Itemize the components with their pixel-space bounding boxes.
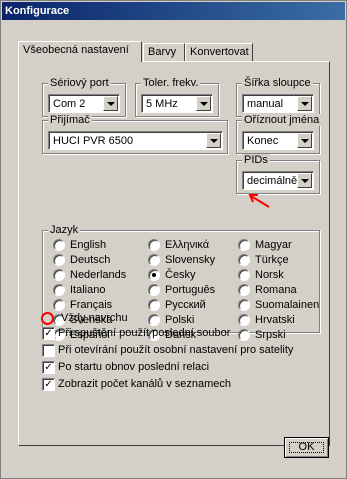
radio-button[interactable]	[238, 299, 250, 311]
language-option-label: Русский	[165, 299, 206, 311]
annotation-arrow-icon	[248, 194, 270, 208]
language-label: Jazyk	[48, 224, 81, 236]
radio-button[interactable]	[148, 299, 160, 311]
tab-convert[interactable]: Konvertovat	[185, 43, 253, 61]
radio-button[interactable]	[148, 314, 160, 326]
language-option-label: Magyar	[255, 239, 292, 251]
chevron-down-icon[interactable]	[297, 96, 312, 111]
radio-button[interactable]	[148, 269, 160, 281]
checkbox[interactable]: ✓	[42, 361, 55, 374]
receiver-value: HUCI PVR 6500	[53, 135, 134, 147]
language-option-label: Srpski	[255, 329, 286, 341]
radio-button[interactable]	[148, 254, 160, 266]
pids-value: decimálně	[247, 175, 298, 187]
radio-button[interactable]	[53, 239, 65, 251]
radio-button[interactable]	[238, 314, 250, 326]
general-settings-panel: Sériový port Com 2 Toler. frekv. 5 MHz Š…	[18, 61, 330, 446]
serial-port-select[interactable]: Com 2	[48, 94, 120, 113]
pids-select[interactable]: decimálně	[242, 171, 314, 190]
serial-port-value: Com 2	[53, 98, 86, 110]
freq-tolerance-select[interactable]: 5 MHz	[141, 94, 213, 113]
serial-port-group: Sériový port Com 2	[42, 77, 126, 117]
radio-button[interactable]	[53, 254, 65, 266]
trim-names-value: Konec	[247, 135, 279, 147]
radio-button[interactable]	[238, 269, 250, 281]
receiver-label: Přijímač	[48, 114, 92, 126]
chevron-down-icon[interactable]	[297, 133, 312, 148]
checkbox[interactable]: ✓	[42, 378, 55, 391]
column-width-value: manual	[247, 98, 284, 110]
chevron-down-icon[interactable]	[206, 133, 221, 148]
language-option-label: Türkçe	[255, 254, 289, 266]
radio-button[interactable]	[148, 284, 160, 296]
radio-button[interactable]	[238, 284, 250, 296]
radio-button[interactable]	[238, 254, 250, 266]
language-option-label: Français	[70, 299, 113, 311]
serial-port-label: Sériový port	[48, 77, 111, 89]
freq-tolerance-group: Toler. frekv. 5 MHz	[135, 77, 219, 117]
column-width-label: Šířka sloupce	[242, 77, 313, 89]
highlight-circle	[41, 312, 54, 325]
language-option-label: Česky	[165, 269, 196, 281]
tab-colors[interactable]: Barvy	[143, 43, 185, 61]
column-width-group: Šířka sloupce manual	[236, 77, 320, 117]
freq-tolerance-label: Toler. frekv.	[141, 77, 201, 89]
trim-names-group: Oříznout jména Konec	[236, 114, 322, 154]
option-label: Při otevírání použít osobní nastavení pr…	[58, 344, 294, 356]
column-width-select[interactable]: manual	[242, 94, 314, 113]
checkbox[interactable]: ✓	[42, 327, 55, 340]
receiver-select[interactable]: HUCI PVR 6500	[48, 131, 223, 150]
pids-label: PIDs	[242, 154, 270, 166]
language-option-label: Italiano	[70, 284, 106, 296]
language-option-label: Norsk	[255, 269, 284, 281]
radio-button[interactable]	[148, 239, 160, 251]
receiver-group: Přijímač HUCI PVR 6500	[42, 114, 228, 154]
language-option-label: Deutsch	[70, 254, 111, 266]
language-option-label: Ελληνικά	[165, 239, 210, 251]
language-option-label: Romana	[255, 284, 297, 296]
trim-names-select[interactable]: Konec	[242, 131, 314, 150]
ok-button[interactable]: OK	[284, 437, 329, 458]
window-title: Konfigurace	[2, 2, 345, 20]
language-option-label: English	[70, 239, 107, 251]
option-label: Po startu obnov poslední relaci	[58, 361, 210, 373]
radio-button[interactable]	[53, 269, 65, 281]
trim-names-label: Oříznout jména	[242, 114, 322, 126]
option-label: Vždy navrchu	[61, 312, 128, 324]
configuration-window: Konfigurace Všeobecná nastavení Barvy Ko…	[0, 0, 347, 479]
language-option-label: Polski	[165, 314, 195, 326]
checkbox[interactable]	[42, 344, 55, 357]
chevron-down-icon[interactable]	[103, 96, 118, 111]
language-option-label: Nederlands	[70, 269, 127, 281]
language-option-label: Slovensky	[165, 254, 216, 266]
radio-button[interactable]	[238, 239, 250, 251]
language-option-label: Suomalainen	[255, 299, 320, 311]
option-label: Zobrazit počet kanálů v seznamech	[58, 378, 232, 390]
pids-group: PIDs decimálně	[236, 154, 320, 194]
freq-tolerance-value: 5 MHz	[146, 98, 178, 110]
language-option-label: Hrvatski	[255, 314, 295, 326]
radio-button[interactable]	[238, 329, 250, 341]
language-option-label: Português	[165, 284, 216, 296]
tab-general-settings[interactable]: Všeobecná nastavení	[18, 41, 142, 62]
chevron-down-icon[interactable]	[196, 96, 211, 111]
chevron-down-icon[interactable]	[297, 173, 312, 188]
option-label: Při spuštění použít poslední soubor	[58, 327, 231, 339]
radio-button[interactable]	[53, 299, 65, 311]
radio-button[interactable]	[53, 284, 65, 296]
